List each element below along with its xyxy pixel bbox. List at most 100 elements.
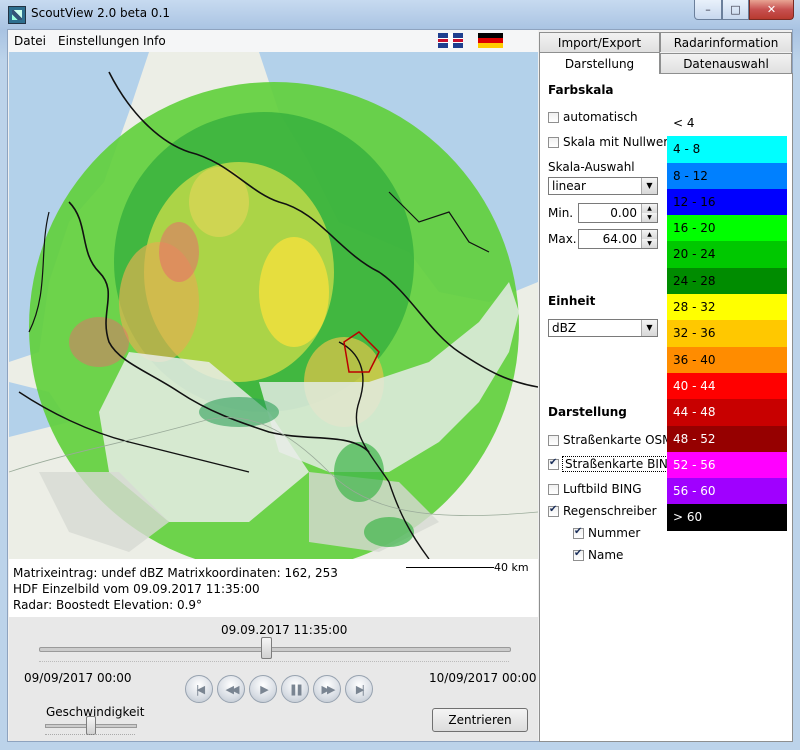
playback-controls: |◀ ◀◀ ▶ ❚❚ ▶▶ ▶| (185, 675, 373, 703)
speed-slider-ticks (45, 734, 135, 735)
first-icon: |◀ (195, 682, 205, 696)
play-icon: ▶ (260, 682, 269, 696)
luftbild-check-icon[interactable] (548, 483, 559, 495)
tab-darstellung[interactable]: Darstellung (539, 52, 660, 74)
center-button[interactable]: Zentrieren (432, 708, 528, 732)
minimize-button[interactable]: – (694, 0, 722, 20)
chevron-down-icon[interactable]: ▼ (641, 320, 657, 336)
skala-auswahl-label: Skala-Auswahl (548, 160, 635, 174)
info-text: Matrixeintrag: undef dBZ Matrixkoordinat… (13, 565, 338, 613)
german-flag-icon[interactable] (478, 33, 503, 48)
legend-item: 48 - 52 (667, 425, 787, 452)
regenschreiber-checkbox[interactable]: Regenschreiber (548, 504, 657, 518)
legend-item: 36 - 40 (667, 346, 787, 373)
time-slider-track[interactable] (39, 647, 511, 652)
skala-auswahl-value: linear (552, 179, 586, 193)
farbskala-heading: Farbskala (548, 83, 614, 97)
legend-item: 40 - 44 (667, 372, 787, 400)
legend-item: < 4 (667, 110, 787, 137)
darstellung-heading: Darstellung (548, 405, 627, 419)
luftbild-label: Luftbild BING (563, 482, 642, 496)
tab-import-export[interactable]: Import/Export (539, 32, 660, 52)
legend-item: 32 - 36 (667, 320, 787, 347)
app-window: ScoutView 2.0 beta 0.1 – □ ✕ Datei Einst… (0, 0, 800, 750)
current-time-label: 09.09.2017 11:35:00 (221, 623, 348, 637)
playback-panel: 09.09.2017 11:35:00 09/09/2017 00:00 10/… (9, 617, 538, 741)
min-label: Min. (548, 206, 574, 220)
name-check-icon[interactable] (573, 548, 584, 561)
bing-check-icon[interactable] (548, 457, 559, 470)
app-icon (8, 6, 26, 24)
legend-item: 16 - 20 (667, 215, 787, 242)
scale-text: 40 km (494, 561, 529, 574)
first-button[interactable]: |◀ (185, 675, 213, 703)
close-button[interactable]: ✕ (749, 0, 794, 20)
radar-map[interactable] (9, 52, 538, 559)
name-label: Name (588, 548, 624, 562)
nullwert-checkbox[interactable]: Skala mit Nullwert (548, 135, 673, 149)
rewind-button[interactable]: ◀◀ (217, 675, 245, 703)
legend-item: 24 - 28 (667, 267, 787, 295)
skala-auswahl-select[interactable]: linear ▼ (548, 177, 658, 195)
pause-button[interactable]: ❚❚ (281, 675, 309, 703)
min-value: 0.00 (610, 206, 637, 220)
color-legend: < 44 - 88 - 12 12 - 16 16 - 20 20 - 24 24 - … (667, 110, 787, 531)
menu-bar: Datei Einstellungen Info (8, 30, 538, 52)
play-button[interactable]: ▶ (249, 675, 277, 703)
regenschreiber-label: Regenschreiber (563, 504, 657, 518)
radar-echo-layer (29, 82, 519, 559)
max-input[interactable]: 64.00 ▲ ▼ (578, 229, 658, 249)
osm-label: Straßenkarte OSM (563, 433, 673, 447)
spin-down-icon[interactable]: ▼ (641, 239, 657, 248)
legend-item: 44 - 48 (667, 399, 787, 426)
min-input[interactable]: 0.00 ▲ ▼ (578, 203, 658, 223)
time-slider-ticks (39, 661, 509, 666)
speed-slider-thumb[interactable] (86, 716, 96, 735)
nummer-checkbox[interactable]: Nummer (573, 526, 640, 540)
menu-info[interactable]: Info (143, 34, 166, 48)
info-line-hdf: HDF Einzelbild vom 09.09.2017 11:35:00 (13, 582, 260, 596)
automatisch-checkbox[interactable]: automatisch (548, 110, 638, 124)
automatisch-check-icon[interactable] (548, 111, 559, 123)
time-slider-thumb[interactable] (260, 637, 272, 659)
window-title: ScoutView 2.0 beta 0.1 (31, 6, 171, 20)
luftbild-checkbox[interactable]: Luftbild BING (548, 482, 642, 496)
einheit-value: dBZ (552, 321, 577, 335)
legend-item: 20 - 24 (667, 241, 787, 268)
darstellung-panel: Farbskala automatisch Skala mit Nullwert… (539, 73, 793, 742)
english-flag-icon[interactable] (438, 33, 463, 48)
scale-bar-line (406, 567, 494, 568)
spin-down-icon[interactable]: ▼ (641, 213, 657, 222)
osm-check-icon[interactable] (548, 434, 559, 446)
name-checkbox[interactable]: Name (573, 548, 623, 562)
tab-radarinformation[interactable]: Radarinformation (660, 32, 792, 52)
chevron-down-icon[interactable]: ▼ (641, 178, 657, 194)
title-bar[interactable]: ScoutView 2.0 beta 0.1 – □ ✕ (0, 0, 800, 28)
einheit-select[interactable]: dBZ ▼ (548, 319, 658, 337)
menu-einstellungen[interactable]: Einstellungen (58, 34, 139, 48)
info-line-radar: Radar: Boostedt Elevation: 0.9° (13, 598, 203, 612)
maximize-button[interactable]: □ (722, 0, 749, 20)
menu-datei[interactable]: Datei (14, 34, 46, 48)
tab-datenauswahl[interactable]: Datenauswahl (660, 53, 792, 73)
max-value: 64.00 (602, 232, 637, 246)
einheit-heading: Einheit (548, 294, 596, 308)
start-time-label: 09/09/2017 00:00 (24, 671, 132, 685)
automatisch-label: automatisch (563, 110, 638, 124)
pause-icon: ❚❚ (288, 682, 305, 696)
max-label: Max. (548, 232, 577, 246)
bing-checkbox[interactable]: Straßenkarte BING (548, 456, 681, 472)
regenschreiber-check-icon[interactable] (548, 504, 559, 517)
window-controls: – □ ✕ (694, 0, 794, 20)
info-line-matrix: Matrixeintrag: undef dBZ Matrixkoordinat… (13, 566, 338, 580)
end-time-label: 10/09/2017 00:00 (429, 671, 537, 685)
nullwert-label: Skala mit Nullwert (563, 135, 673, 149)
nummer-check-icon[interactable] (573, 526, 584, 539)
forward-button[interactable]: ▶▶ (313, 675, 341, 703)
legend-item: 8 - 12 (667, 162, 787, 189)
nullwert-check-icon[interactable] (548, 136, 559, 148)
legend-item: 4 - 8 (667, 136, 787, 163)
last-button[interactable]: ▶| (345, 675, 373, 703)
osm-checkbox[interactable]: Straßenkarte OSM (548, 433, 673, 447)
legend-item: 52 - 56 (667, 451, 787, 479)
